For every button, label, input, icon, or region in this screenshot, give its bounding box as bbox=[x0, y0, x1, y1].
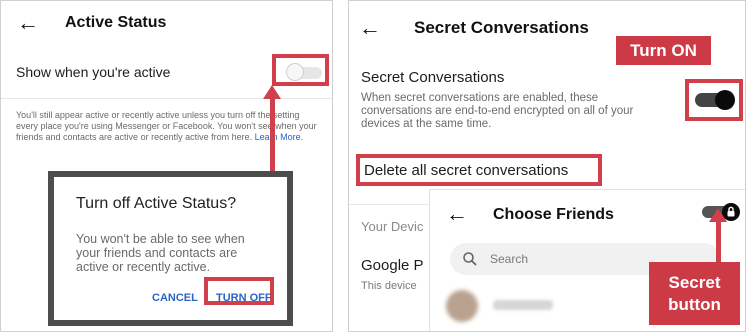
friend-name-blurred[interactable] bbox=[493, 300, 553, 310]
delete-secret-conversations-button[interactable]: Delete all secret conversations bbox=[356, 154, 602, 186]
secret-button-callout: Secret button bbox=[649, 262, 740, 325]
back-arrow-icon[interactable]: ← bbox=[446, 203, 468, 225]
secret-conversations-panel: ← Secret Conversations Turn ON Secret Co… bbox=[348, 0, 746, 332]
active-status-panel: ← Active Status Show when you're active … bbox=[0, 0, 333, 332]
device-name[interactable]: Google P bbox=[361, 257, 424, 274]
page-title: Active Status bbox=[65, 14, 167, 31]
cancel-button[interactable]: CANCEL bbox=[152, 292, 198, 304]
page-title: Secret Conversations bbox=[414, 18, 589, 37]
back-arrow-icon[interactable]: ← bbox=[17, 12, 39, 34]
turn-on-callout: Turn ON bbox=[616, 36, 711, 65]
annotation-arrow-head bbox=[263, 85, 281, 99]
divider bbox=[1, 98, 332, 99]
dialog-title: Turn off Active Status? bbox=[76, 195, 237, 212]
friend-avatar[interactable] bbox=[446, 290, 478, 322]
toggle-highlight-box bbox=[685, 79, 743, 121]
show-active-label: Show when you're active bbox=[16, 64, 171, 80]
this-device-label: This device bbox=[361, 280, 417, 292]
learn-more-link[interactable]: Learn More. bbox=[255, 132, 304, 142]
your-devices-heading: Your Devic bbox=[361, 219, 424, 234]
secret-conversations-label: Secret Conversations bbox=[361, 69, 505, 86]
toggle-highlight-box bbox=[272, 54, 329, 86]
dialog-body: You won't be able to see when your frien… bbox=[76, 232, 245, 274]
turn-off-highlight-box bbox=[204, 277, 274, 305]
back-arrow-icon[interactable]: ← bbox=[359, 17, 381, 39]
annotation-arrow-head bbox=[709, 208, 727, 222]
search-icon bbox=[463, 252, 477, 266]
secret-conversations-description: When secret conversations are enabled, t… bbox=[361, 92, 634, 130]
secret-conversations-header: ← Secret Conversations bbox=[359, 17, 589, 39]
search-placeholder: Search bbox=[490, 252, 529, 266]
active-status-description: You'll still appear active or recently a… bbox=[16, 110, 321, 143]
delete-label: Delete all secret conversations bbox=[364, 162, 569, 179]
active-status-header: ← Active Status bbox=[17, 12, 166, 34]
choose-friends-title: Choose Friends bbox=[493, 206, 614, 223]
